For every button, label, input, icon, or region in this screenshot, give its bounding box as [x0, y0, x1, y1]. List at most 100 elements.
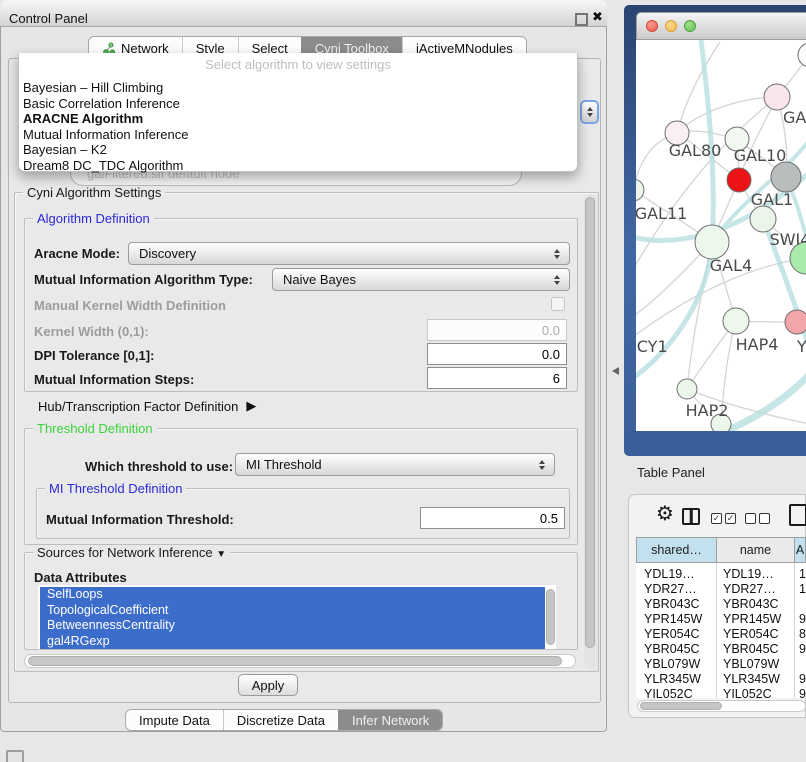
kernel-width-label: Kernel Width (0,1):: [34, 324, 149, 339]
node[interactable]: [798, 43, 806, 67]
node[interactable]: [771, 162, 801, 192]
attribute-item[interactable]: SelfLoops: [40, 587, 545, 603]
float-window-icon[interactable]: [575, 13, 588, 26]
node-label: HAP2: [686, 401, 729, 420]
algorithm-option[interactable]: Basic Correlation Inference: [19, 95, 577, 111]
unchecked-box-icon: [745, 513, 756, 524]
select-all-columns-icon[interactable]: ✓ ✓: [711, 513, 736, 524]
aracne-mode-select[interactable]: Discovery: [128, 242, 570, 265]
minimize-traffic-light-icon[interactable]: [665, 20, 677, 32]
kernel-width-field[interactable]: 0.0: [427, 319, 567, 341]
node-gal1[interactable]: [727, 168, 751, 192]
dpi-tolerance-field[interactable]: 0.0: [427, 343, 567, 365]
column-header-partial[interactable]: A: [794, 537, 806, 563]
gear-icon[interactable]: ⚙: [656, 504, 674, 524]
table-panel-title: Table Panel: [637, 465, 705, 480]
focused-stepper-fragment[interactable]: [580, 100, 599, 124]
settings-scrollbar-thumb[interactable]: [585, 197, 595, 648]
column-header-name[interactable]: name: [716, 537, 795, 563]
hub-definition-expander[interactable]: Hub/Transcription Factor Definition ▶: [38, 398, 256, 414]
node-hap2[interactable]: [677, 379, 697, 399]
node-swi4[interactable]: [750, 206, 776, 232]
table-row[interactable]: YLR345WYLR345W9.: [636, 672, 806, 687]
algorithm-option[interactable]: Mutual Information Inference: [19, 126, 577, 142]
close-icon[interactable]: ✖: [592, 9, 603, 25]
screen: Control Panel ✖ Network Style Select Cyn…: [0, 0, 806, 762]
settings-horizontal-scrollbar[interactable]: [24, 654, 576, 668]
table-row[interactable]: YBL079WYBL079W: [636, 657, 806, 672]
tab-discretize-data[interactable]: Discretize Data: [223, 710, 338, 730]
minimized-panel-icon[interactable]: [6, 750, 24, 762]
sources-title: Sources for Network Inference ▼: [33, 545, 230, 560]
algorithm-option[interactable]: Bayesian – Hill Climbing: [19, 79, 577, 95]
algorithm-option[interactable]: Bayesian – K2: [19, 141, 577, 157]
threshold-definition-title: Threshold Definition: [33, 421, 157, 436]
node-gal4[interactable]: [695, 225, 729, 259]
bottom-tabbar: Impute Data Discretize Data Infer Networ…: [125, 709, 443, 731]
node-label: GAL: [783, 108, 806, 127]
algorithm-option-selected[interactable]: ARACNE Algorithm: [19, 110, 577, 126]
tab-infer-network[interactable]: Infer Network: [338, 710, 442, 730]
attribute-item[interactable]: gal4RGexp: [40, 634, 545, 650]
data-attributes-list: SelfLoops TopologicalCoefficient Between…: [38, 585, 556, 649]
mi-threshold-field[interactable]: 0.5: [420, 507, 565, 529]
close-traffic-light-icon[interactable]: [646, 20, 658, 32]
table-row[interactable]: YBR045CYBR045C9.: [636, 642, 806, 657]
which-threshold-label: Which threshold to use:: [85, 459, 233, 474]
table-row[interactable]: YER054CYER054C8.: [636, 627, 806, 642]
settings-hscrollbar-thumb[interactable]: [28, 656, 562, 666]
collapse-down-icon[interactable]: ▼: [216, 549, 226, 560]
table-horizontal-scrollbar[interactable]: [637, 700, 806, 712]
table-body: YDL19…YDL19…13 YDR27…YDR27…12 YBR043CYBR…: [636, 563, 806, 698]
aracne-mode-label: Aracne Mode:: [34, 246, 120, 261]
which-threshold-select[interactable]: MI Threshold: [235, 453, 555, 476]
manual-kernel-label: Manual Kernel Width Definition: [34, 298, 226, 313]
node-label: Y: [796, 337, 806, 356]
stepper-arrows-icon: [539, 460, 545, 470]
node-label: HAP4: [736, 335, 779, 354]
node-label: GAL10: [734, 146, 787, 165]
attributes-scrollbar-thumb[interactable]: [546, 589, 555, 645]
data-attributes-label: Data Attributes: [34, 570, 127, 585]
table-row[interactable]: YDL19…YDL19…13: [636, 567, 806, 582]
node-gal[interactable]: [764, 84, 790, 110]
mi-steps-field[interactable]: 6: [427, 367, 567, 389]
network-canvas[interactable]: GAL GAL80 GAL10 GAL1 SWI4 GAL11 GAL4 GCY…: [636, 40, 806, 431]
column-header-shared[interactable]: shared…: [636, 537, 717, 563]
mi-type-select[interactable]: Naive Bayes: [272, 268, 570, 291]
apply-button[interactable]: Apply: [238, 674, 298, 696]
zoom-traffic-light-icon[interactable]: [684, 20, 696, 32]
table-row[interactable]: YDR27…YDR27…12: [636, 582, 806, 597]
stepper-arrows-icon: [554, 275, 560, 285]
control-panel-titlebar[interactable]: [0, 0, 607, 27]
algorithm-option[interactable]: Dream8 DC_TDC Algorithm: [19, 157, 577, 173]
attribute-item[interactable]: TopologicalCoefficient: [40, 603, 545, 619]
node-label: GAL4: [710, 256, 752, 275]
network-window-titlebar[interactable]: [636, 12, 806, 40]
table-row[interactable]: YIL052CYIL052C9: [636, 687, 806, 698]
control-panel-title: Control Panel: [9, 11, 88, 26]
unchecked-box-icon: [759, 513, 770, 524]
export-table-icon[interactable]: [789, 504, 806, 526]
node-label: GAL80: [669, 141, 722, 160]
node-hap4[interactable]: [723, 308, 749, 334]
mi-threshold-group-title: MI Threshold Definition: [45, 481, 186, 496]
checked-box-icon: ✓: [711, 513, 722, 524]
settings-vertical-scrollbar[interactable]: [584, 194, 597, 668]
cyni-settings-title: Cyni Algorithm Settings: [23, 185, 165, 200]
table-row[interactable]: YBR043CYBR043C: [636, 597, 806, 612]
mi-type-label: Mutual Information Algorithm Type:: [34, 272, 253, 287]
algorithm-placeholder: Select algorithm to view settings: [19, 57, 577, 72]
network-graph: GAL GAL80 GAL10 GAL1 SWI4 GAL11 GAL4 GCY…: [636, 40, 806, 431]
node-gal11[interactable]: [636, 179, 644, 201]
table-hscrollbar-thumb[interactable]: [640, 702, 722, 710]
attribute-item[interactable]: BetweennessCentrality: [40, 618, 545, 634]
deselect-all-columns-icon[interactable]: [745, 513, 770, 524]
table-row[interactable]: YPR145WYPR145W9.: [636, 612, 806, 627]
algorithm-definition-title: Algorithm Definition: [33, 211, 154, 226]
manual-kernel-checkbox[interactable]: [551, 297, 565, 311]
stepper-arrows-icon: [554, 249, 560, 259]
tab-impute-data[interactable]: Impute Data: [126, 710, 223, 730]
node-y[interactable]: [785, 310, 806, 334]
split-columns-icon[interactable]: [682, 508, 700, 525]
